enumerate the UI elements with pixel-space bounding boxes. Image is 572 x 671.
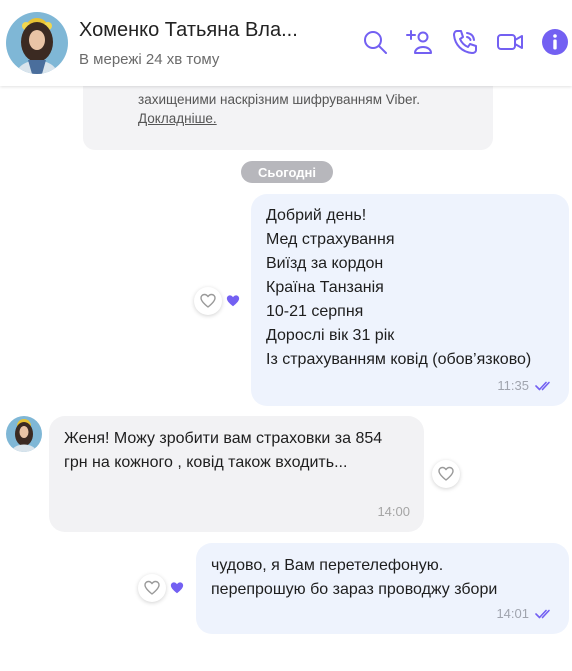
read-ticks-icon xyxy=(535,608,555,620)
learn-more-link[interactable]: Докладніше. xyxy=(138,111,217,126)
message-bubble-outgoing[interactable]: чудово, я Вам перетелефоную. перепрошую … xyxy=(196,543,569,634)
message-bubble-incoming[interactable]: Женя! Можу зробити вам страховки за 854 … xyxy=(49,416,424,532)
message-time: 14:00 xyxy=(377,504,410,519)
contact-avatar[interactable] xyxy=(6,12,68,74)
chat-area[interactable]: захищеними наскрізним шифруванням Viber.… xyxy=(0,86,572,671)
message-meta: 14:00 xyxy=(377,500,410,524)
contact-status: В мережі 24 хв тому xyxy=(79,51,220,68)
reaction-bar xyxy=(432,460,460,488)
read-ticks-icon xyxy=(535,380,555,392)
filled-heart-icon[interactable] xyxy=(170,581,184,595)
video-call-icon[interactable] xyxy=(495,27,525,57)
chat-header: Хоменко Татьяна Вла... В мережі 24 хв то… xyxy=(0,0,572,86)
message-text: чудово, я Вам перетелефоную. перепрошую … xyxy=(211,557,498,598)
info-icon[interactable] xyxy=(540,27,570,57)
encryption-notice: захищеними наскрізним шифруванням Viber.… xyxy=(83,86,493,150)
add-participant-icon[interactable] xyxy=(405,27,435,57)
message-bubble-outgoing[interactable]: Добрий день! Мед страхування Виїзд за ко… xyxy=(251,194,569,406)
message-time: 14:01 xyxy=(496,606,529,621)
message-text: Женя! Можу зробити вам страховки за 854 … xyxy=(64,430,383,471)
like-heart-icon[interactable] xyxy=(432,460,460,488)
sender-avatar[interactable] xyxy=(6,416,42,452)
call-icon[interactable] xyxy=(450,27,480,57)
contact-name[interactable]: Хоменко Татьяна Вла... xyxy=(79,19,298,42)
reaction-bar xyxy=(138,574,184,602)
date-separator: Сьогодні xyxy=(241,161,333,183)
message-time: 11:35 xyxy=(497,378,529,393)
like-heart-icon[interactable] xyxy=(194,287,222,315)
message-text: Добрий день! Мед страхування Виїзд за ко… xyxy=(266,207,532,368)
message-meta: 11:35 xyxy=(497,374,555,398)
message-meta: 14:01 xyxy=(496,602,555,626)
like-heart-icon[interactable] xyxy=(138,574,166,602)
encryption-text: захищеними наскрізним шифруванням Viber. xyxy=(138,92,421,107)
filled-heart-icon[interactable] xyxy=(226,294,240,308)
search-icon[interactable] xyxy=(360,27,390,57)
reaction-bar xyxy=(194,287,240,315)
